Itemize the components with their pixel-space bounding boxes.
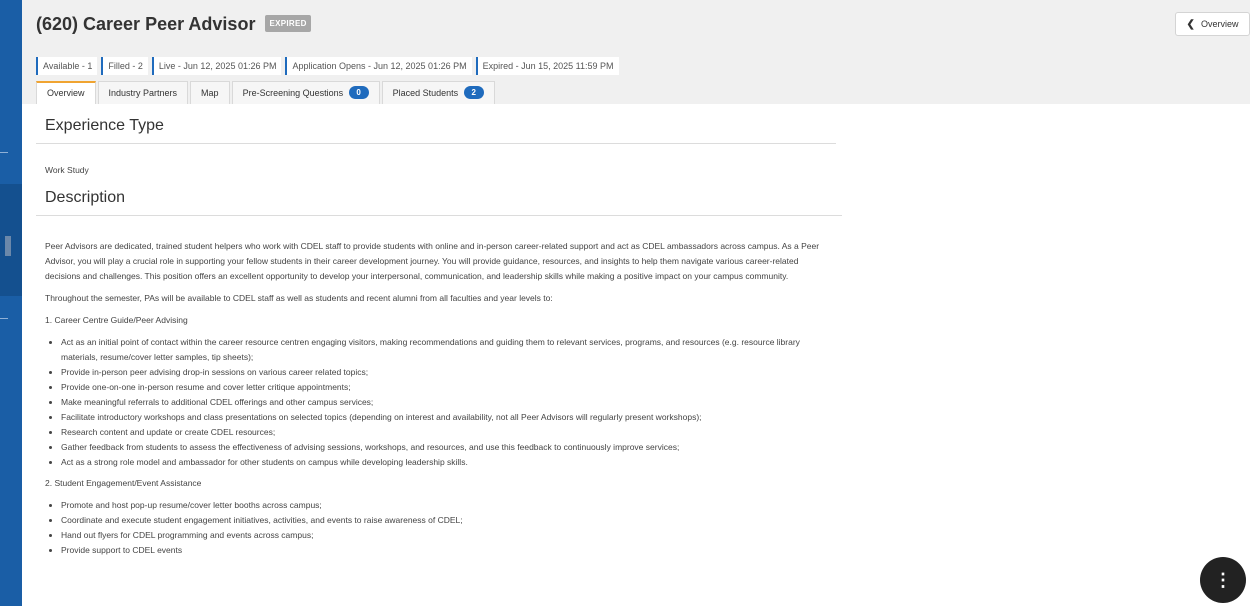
stat-application-opens: Application Opens - Jun 12, 2025 01:26 P…	[285, 57, 472, 75]
description-body: Peer Advisors are dedicated, trained stu…	[45, 239, 835, 564]
tab-placed-students[interactable]: Placed Students 2	[381, 81, 495, 104]
list-item: Provide support to CDEL events	[61, 543, 835, 558]
list-item: Gather feedback from students to assess …	[61, 440, 835, 455]
count-badge: 0	[348, 86, 369, 99]
tab-label: Placed Students	[392, 88, 459, 98]
tab-label: Overview	[47, 88, 85, 98]
tab-bar: Overview Industry Partners Map Pre-Scree…	[36, 81, 495, 104]
stat-filled: Filled - 2	[101, 57, 148, 75]
stat-expired: Expired - Jun 15, 2025 11:59 PM	[475, 57, 619, 75]
overview-back-button[interactable]: ❮ Overview	[1175, 12, 1250, 36]
description-intro: Peer Advisors are dedicated, trained stu…	[45, 241, 820, 281]
section-1-title: 1. Career Centre Guide/Peer Advising	[45, 315, 188, 325]
page-header: (620) Career Peer Advisor EXPIRED ❮ Over…	[22, 0, 1250, 104]
overview-content: Experience Type Work Study Description P…	[36, 104, 842, 555]
chevron-left-icon: ❮	[1186, 18, 1195, 30]
posting-stats: Available - 1 Filled - 2 Live - Jun 12, …	[36, 57, 619, 75]
tab-industry-partners[interactable]: Industry Partners	[97, 81, 189, 104]
description-heading: Description	[36, 176, 842, 216]
more-actions-button[interactable]: ⋮	[1200, 557, 1246, 603]
description-semester: Throughout the semester, PAs will be ava…	[45, 293, 553, 303]
sidebar-handle[interactable]	[5, 236, 11, 256]
count-badge: 2	[463, 86, 484, 99]
tab-overview[interactable]: Overview	[36, 81, 96, 104]
left-sidebar	[0, 0, 22, 606]
list-item: Provide one-on-one in-person resume and …	[61, 380, 835, 395]
tab-pre-screening-questions[interactable]: Pre-Screening Questions 0	[231, 81, 380, 104]
list-item: Hand out flyers for CDEL programming and…	[61, 528, 835, 543]
tab-label: Industry Partners	[108, 88, 178, 98]
list-item: Act as an initial point of contact withi…	[61, 335, 835, 365]
section-2-list: Promote and host pop-up resume/cover let…	[45, 498, 835, 558]
status-badge: EXPIRED	[265, 14, 311, 32]
page-title: (620) Career Peer Advisor EXPIRED	[36, 14, 311, 35]
list-item: Make meaningful referrals to additional …	[61, 395, 835, 410]
list-item: Provide in-person peer advising drop-in …	[61, 365, 835, 380]
experience-type-heading: Experience Type	[36, 104, 836, 144]
list-item: Coordinate and execute student engagemen…	[61, 513, 835, 528]
page-title-text: (620) Career Peer Advisor	[36, 14, 256, 34]
list-item: Act as a strong role model and ambassado…	[61, 455, 835, 470]
list-item: Facilitate introductory workshops and cl…	[61, 410, 835, 425]
section-2-title: 2. Student Engagement/Event Assistance	[45, 478, 202, 488]
stat-live: Live - Jun 12, 2025 01:26 PM	[151, 57, 282, 75]
overview-back-label: Overview	[1200, 19, 1239, 29]
tab-label: Map	[201, 88, 219, 98]
more-vertical-icon: ⋮	[1214, 569, 1232, 590]
tab-label: Pre-Screening Questions	[242, 88, 344, 98]
stat-available: Available - 1	[36, 57, 98, 75]
sidebar-mark	[0, 152, 8, 153]
sidebar-mark	[0, 318, 8, 319]
sidebar-active-region[interactable]	[0, 184, 22, 296]
list-item: Research content and update or create CD…	[61, 425, 835, 440]
list-item: Promote and host pop-up resume/cover let…	[61, 498, 835, 513]
section-1-list: Act as an initial point of contact withi…	[45, 335, 835, 470]
tab-map[interactable]: Map	[190, 81, 230, 104]
